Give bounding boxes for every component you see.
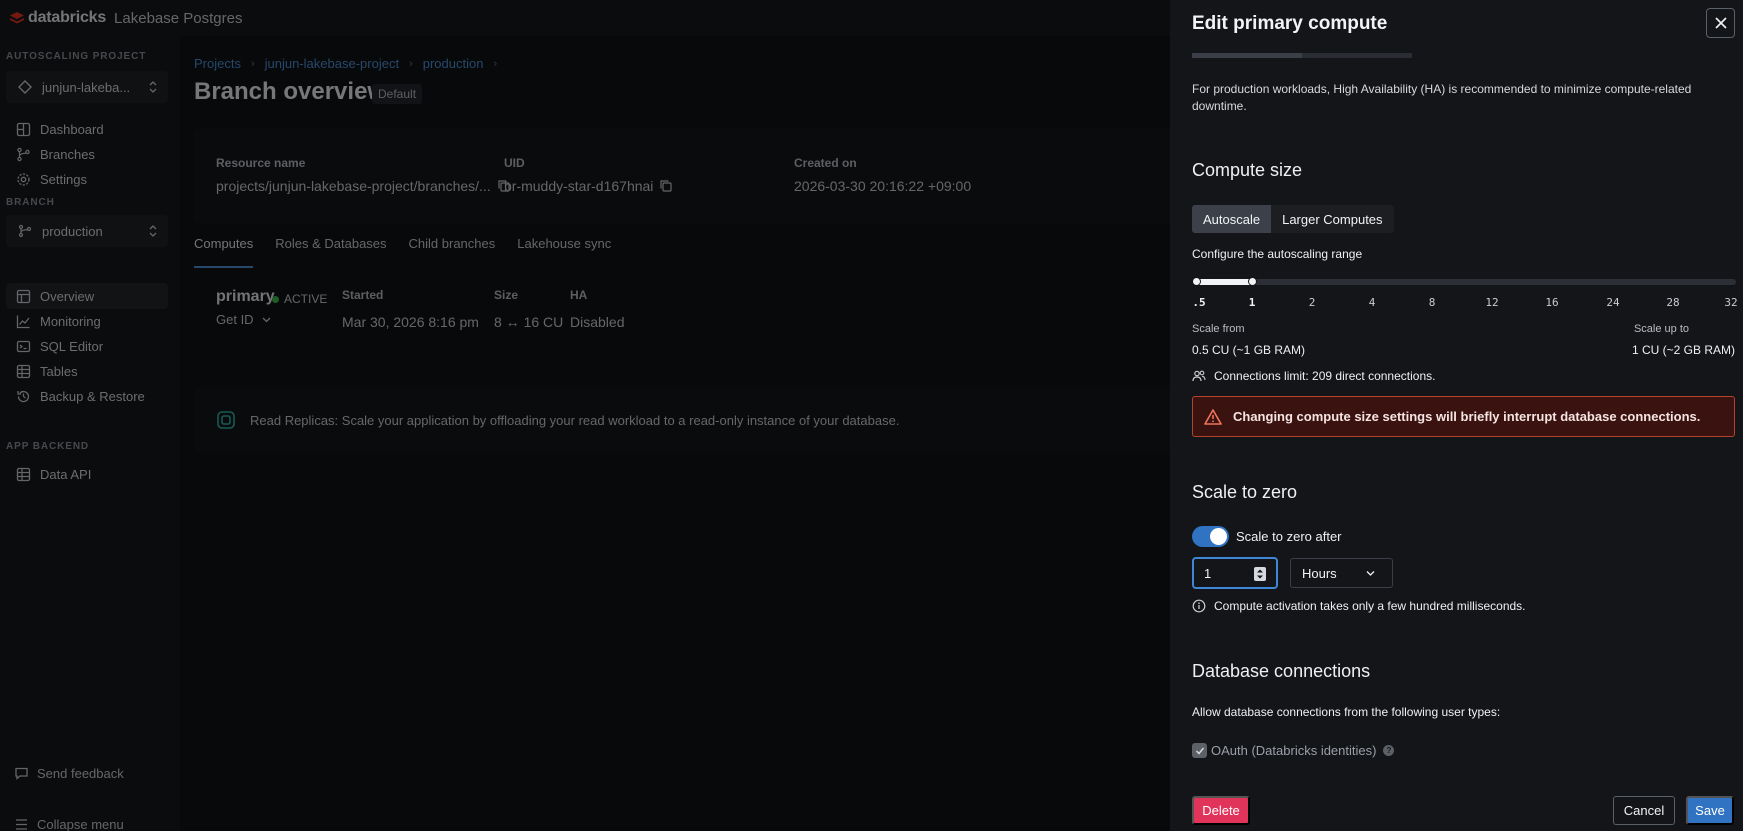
delete-button[interactable]: Delete xyxy=(1192,796,1250,825)
slider-tick: 32 xyxy=(1724,296,1738,309)
slider-range-fill xyxy=(1199,279,1252,285)
toggle-knob xyxy=(1210,528,1227,545)
edit-compute-drawer: Edit primary compute For production work… xyxy=(1170,0,1743,831)
info-icon xyxy=(1192,599,1206,613)
close-icon xyxy=(1714,17,1727,29)
scale-to-zero-value: 1 xyxy=(1204,565,1212,581)
close-button[interactable] xyxy=(1706,8,1735,38)
slider-max-handle[interactable] xyxy=(1248,277,1257,286)
scale-up-value: 1 CU (~2 GB RAM) xyxy=(1631,343,1735,357)
warning-text: Changing compute size settings will brie… xyxy=(1233,409,1701,424)
time-unit-select[interactable]: Hours xyxy=(1290,558,1393,588)
scale-to-zero-input[interactable]: 1 xyxy=(1192,557,1278,589)
ha-note: For production workloads, High Availabil… xyxy=(1192,82,1692,113)
connections-limit-text: Connections limit: 209 direct connection… xyxy=(1214,369,1436,383)
oauth-checkbox[interactable] xyxy=(1192,743,1207,758)
slider-tick: 16 xyxy=(1545,296,1559,309)
autoscale-slider[interactable] xyxy=(1192,277,1736,286)
ha-scroll-indicator xyxy=(1192,53,1412,58)
cancel-button[interactable]: Cancel xyxy=(1613,796,1675,825)
scale-up-label: Scale up to xyxy=(1633,323,1689,335)
slider-tick: 24 xyxy=(1606,296,1620,309)
scale-to-zero-label: Scale to zero after xyxy=(1236,529,1342,544)
stepper-arrows-icon xyxy=(1257,569,1263,579)
warning-banner: Changing compute size settings will brie… xyxy=(1192,396,1735,437)
slider-tick: 1 xyxy=(1248,296,1256,309)
allow-connections-text: Allow database connections from the foll… xyxy=(1192,705,1501,719)
scale-from-label: Scale from xyxy=(1192,323,1245,335)
slider-tick: 28 xyxy=(1666,296,1680,309)
oauth-label: OAuth (Databricks identities) xyxy=(1211,743,1377,758)
configure-range-label: Configure the autoscaling range xyxy=(1192,247,1363,261)
checkmark-icon xyxy=(1195,747,1204,755)
slider-tick: .5 xyxy=(1192,296,1206,309)
slider-min-handle[interactable] xyxy=(1192,277,1201,286)
slider-tick: 12 xyxy=(1485,296,1499,309)
slider-tick: 2 xyxy=(1308,296,1316,309)
slider-tick: 8 xyxy=(1428,296,1436,309)
activation-note: Compute activation takes only a few hund… xyxy=(1192,599,1526,613)
users-icon xyxy=(1192,370,1206,382)
db-connections-heading: Database connections xyxy=(1192,661,1371,681)
drawer-title: Edit primary compute xyxy=(1192,13,1388,34)
scale-to-zero-toggle[interactable] xyxy=(1192,526,1229,547)
save-button[interactable]: Save xyxy=(1686,796,1734,825)
warning-icon xyxy=(1204,408,1222,425)
scale-from-value: 0.5 CU (~1 GB RAM) xyxy=(1192,343,1306,357)
compute-size-heading: Compute size xyxy=(1192,160,1303,180)
connections-limit: Connections limit: 209 direct connection… xyxy=(1192,369,1435,383)
scale-to-zero-heading: Scale to zero xyxy=(1192,482,1298,502)
autoscale-option[interactable]: Autoscale xyxy=(1192,205,1272,233)
slider-tick: 4 xyxy=(1368,296,1376,309)
help-icon[interactable]: ? xyxy=(1383,745,1395,756)
size-mode-toggle: Autoscale Larger Computes xyxy=(1192,205,1394,233)
chevron-down-icon xyxy=(1366,571,1375,576)
activation-note-text: Compute activation takes only a few hund… xyxy=(1214,599,1526,613)
oauth-option: OAuth (Databricks identities) ? xyxy=(1192,743,1395,758)
larger-computes-option[interactable]: Larger Computes xyxy=(1271,205,1394,233)
time-unit-value: Hours xyxy=(1302,565,1337,581)
slider-ticks: .5 1 2 4 8 12 16 24 28 32 xyxy=(1192,296,1742,310)
stepper-icon[interactable] xyxy=(1254,567,1266,581)
